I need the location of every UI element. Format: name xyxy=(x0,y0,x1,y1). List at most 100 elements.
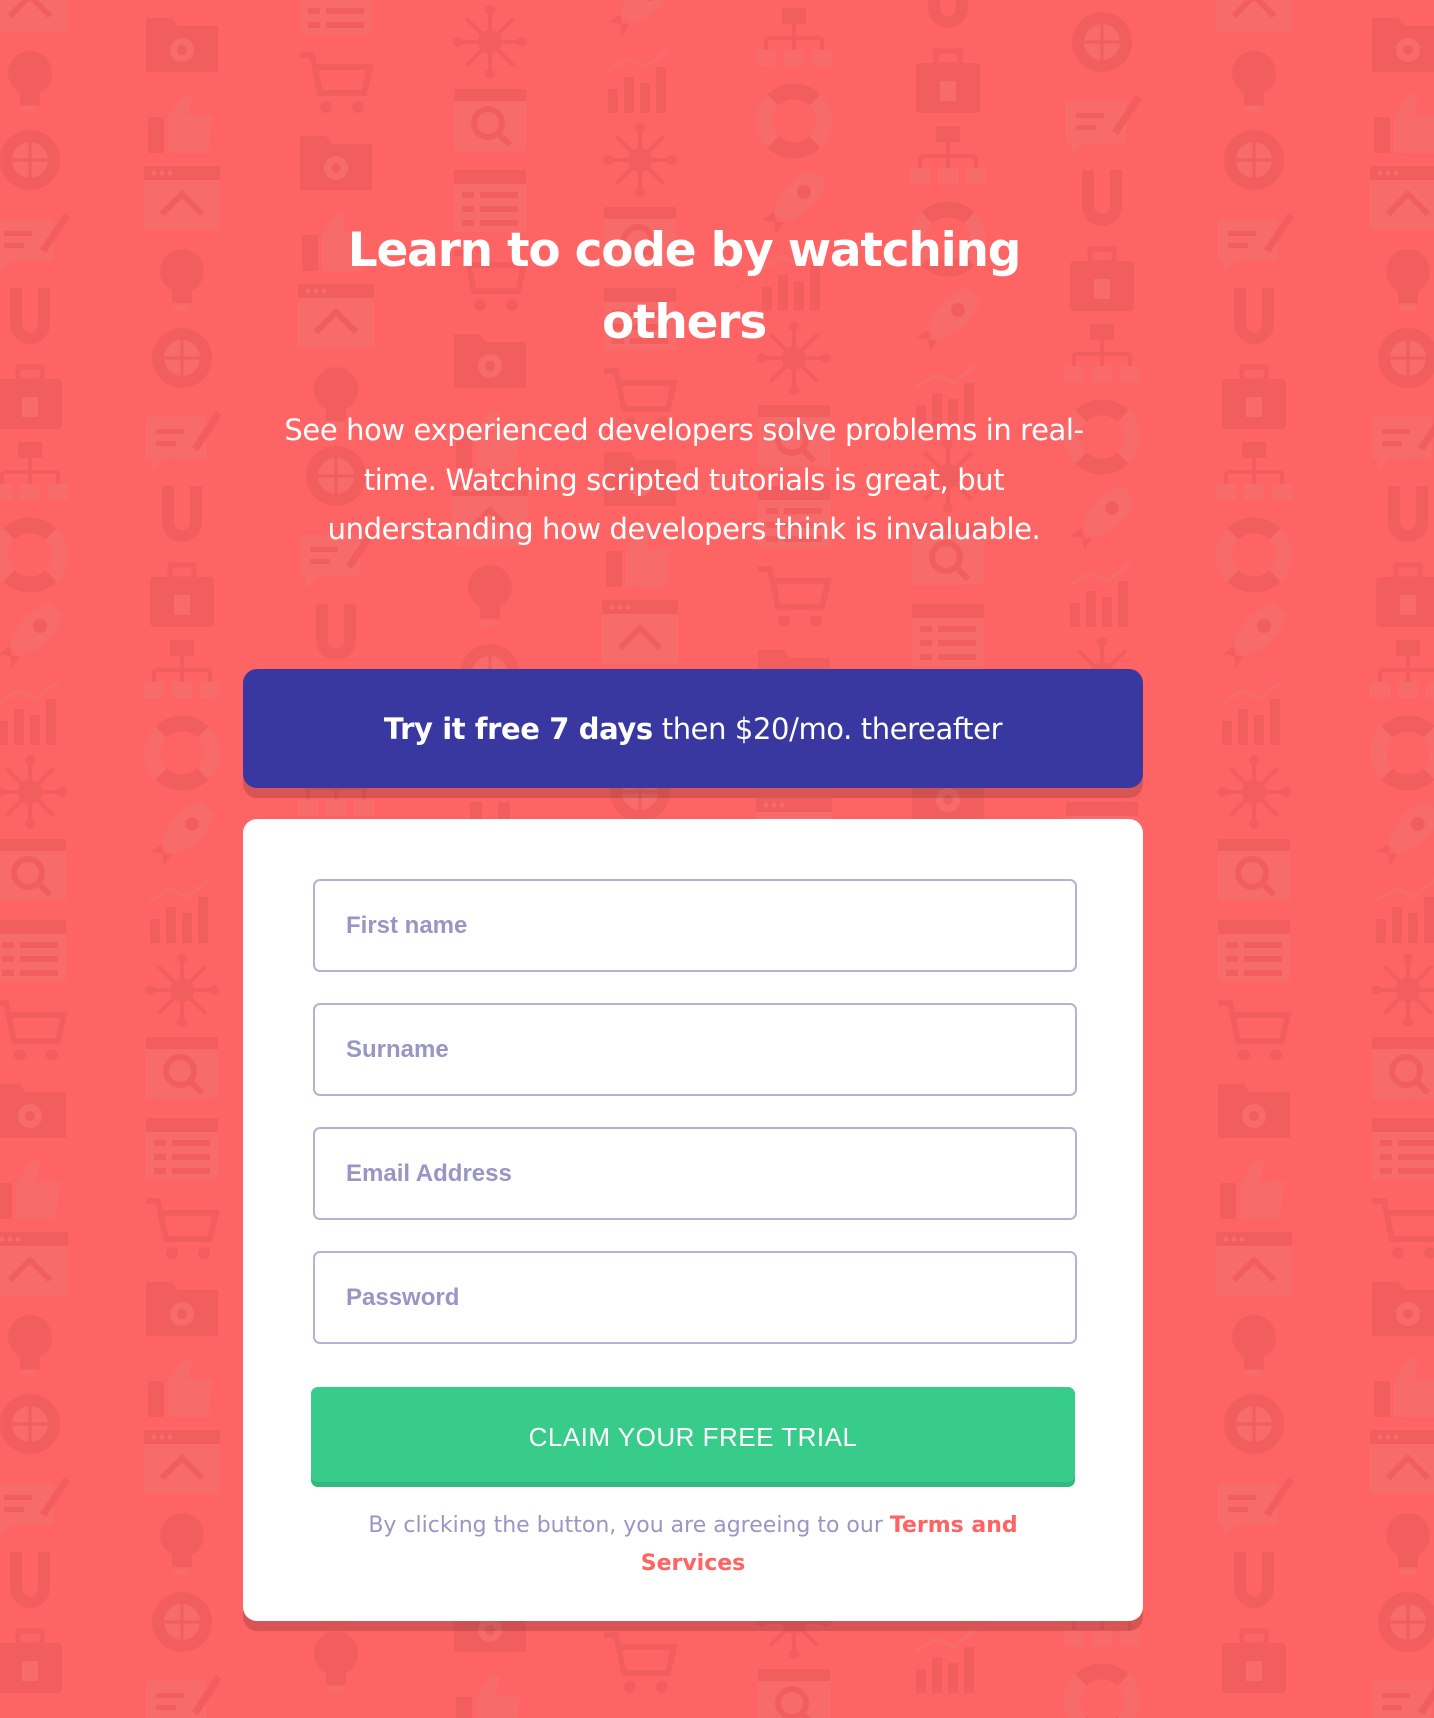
magnet-icon xyxy=(906,0,990,42)
network-icon xyxy=(1212,752,1296,832)
lightbulb-icon xyxy=(448,555,532,635)
network-icon xyxy=(448,2,532,82)
magnet-icon xyxy=(1212,1542,1296,1622)
globe-gear-icon xyxy=(0,1384,72,1464)
thumbs-up-icon xyxy=(140,1345,224,1425)
first-name-field[interactable] xyxy=(313,879,1077,972)
rocket-icon xyxy=(1212,594,1296,674)
terms-notice: By clicking the button, you are agreeing… xyxy=(333,1507,1053,1583)
globe-gear-icon xyxy=(1212,1384,1296,1464)
calendar-list-icon xyxy=(1366,1108,1434,1188)
magnet-icon xyxy=(294,594,378,674)
network-icon xyxy=(0,752,72,832)
chart-icon xyxy=(0,673,72,753)
globe-gear-icon xyxy=(1060,2,1144,82)
globe-gear-icon xyxy=(1366,1582,1434,1662)
cart-icon xyxy=(140,1187,224,1267)
search-icon xyxy=(0,831,72,911)
magnet-icon xyxy=(1212,278,1296,358)
rocket-icon xyxy=(0,594,72,674)
lifebuoy-icon xyxy=(1212,515,1296,595)
rocket-icon xyxy=(598,0,682,42)
terms-prefix: By clicking the button, you are agreeing… xyxy=(368,1513,883,1538)
browser-icon xyxy=(0,1226,72,1306)
folder-gear-icon xyxy=(1212,1068,1296,1148)
lifebuoy-icon xyxy=(1366,713,1434,793)
magnet-icon xyxy=(0,278,72,358)
sitemap-icon xyxy=(752,2,836,82)
browser-icon xyxy=(140,1424,224,1504)
network-icon xyxy=(140,950,224,1030)
globe-gear-icon xyxy=(0,120,72,200)
thumbs-up-icon xyxy=(140,81,224,161)
chat-pencil-icon xyxy=(140,397,224,477)
lifebuoy-icon xyxy=(1060,1661,1144,1718)
rocket-icon xyxy=(140,792,224,872)
rocket-icon xyxy=(1366,792,1434,872)
chat-pencil-icon xyxy=(1366,397,1434,477)
email-field[interactable] xyxy=(313,1127,1077,1220)
toolbox-icon xyxy=(906,41,990,121)
calendar-list-icon xyxy=(0,910,72,990)
toolbox-icon xyxy=(0,357,72,437)
sitemap-icon xyxy=(140,634,224,714)
lightbulb-icon xyxy=(0,1305,72,1385)
surname-field[interactable] xyxy=(313,1003,1077,1096)
toolbox-icon xyxy=(1212,1621,1296,1701)
globe-gear-icon xyxy=(140,318,224,398)
browser-icon xyxy=(1366,160,1434,240)
toolbox-icon xyxy=(0,1621,72,1701)
folder-gear-icon xyxy=(1366,1266,1434,1346)
sitemap-icon xyxy=(0,436,72,516)
lightbulb-icon xyxy=(1366,239,1434,319)
globe-gear-icon xyxy=(140,1582,224,1662)
chat-pencil-icon xyxy=(1212,199,1296,279)
lifebuoy-icon xyxy=(140,713,224,793)
calendar-list-icon xyxy=(906,594,990,674)
chart-icon xyxy=(598,41,682,121)
cart-icon xyxy=(294,41,378,121)
cart-icon xyxy=(1212,989,1296,1069)
folder-gear-icon xyxy=(140,1266,224,1346)
lightbulb-icon xyxy=(294,1621,378,1701)
chat-pencil-icon xyxy=(1366,1661,1434,1718)
magnet-icon xyxy=(1366,476,1434,556)
network-icon xyxy=(1366,950,1434,1030)
hero-description: See how experienced developers solve pro… xyxy=(284,413,1084,546)
lightbulb-icon xyxy=(0,41,72,121)
toolbox-icon xyxy=(1366,555,1434,635)
sitemap-icon xyxy=(906,120,990,200)
search-icon xyxy=(1366,1029,1434,1109)
promo-highlight: Try it free 7 days xyxy=(383,711,653,746)
magnet-icon xyxy=(140,476,224,556)
thumbs-up-icon xyxy=(448,1661,532,1718)
search-icon xyxy=(448,81,532,161)
chart-icon xyxy=(1212,673,1296,753)
claim-free-trial-button[interactable]: CLAIM YOUR FREE TRIAL xyxy=(311,1387,1075,1487)
lightbulb-icon xyxy=(140,239,224,319)
chat-pencil-icon xyxy=(140,1661,224,1718)
lifebuoy-icon xyxy=(752,81,836,161)
promo-price-text: then $20/mo. thereafter xyxy=(661,711,1003,746)
password-field[interactable] xyxy=(313,1251,1077,1344)
calendar-list-icon xyxy=(140,1108,224,1188)
browser-icon xyxy=(1366,1424,1434,1504)
browser-icon xyxy=(1212,0,1296,42)
chat-pencil-icon xyxy=(1212,1463,1296,1543)
cart-icon xyxy=(0,989,72,1069)
chart-icon xyxy=(906,1621,990,1701)
cart-icon xyxy=(1366,1187,1434,1267)
lightbulb-icon xyxy=(1366,1503,1434,1583)
folder-gear-icon xyxy=(140,2,224,82)
chat-pencil-icon xyxy=(0,199,72,279)
search-icon xyxy=(140,1029,224,1109)
folder-gear-icon xyxy=(1366,2,1434,82)
network-icon xyxy=(598,120,682,200)
sitemap-icon xyxy=(1366,634,1434,714)
chart-icon xyxy=(1366,871,1434,951)
globe-gear-icon xyxy=(1366,318,1434,398)
thumbs-up-icon xyxy=(1212,1147,1296,1227)
thumbs-up-icon xyxy=(1366,81,1434,161)
chat-pencil-icon xyxy=(0,1463,72,1543)
magnet-icon xyxy=(0,1542,72,1622)
